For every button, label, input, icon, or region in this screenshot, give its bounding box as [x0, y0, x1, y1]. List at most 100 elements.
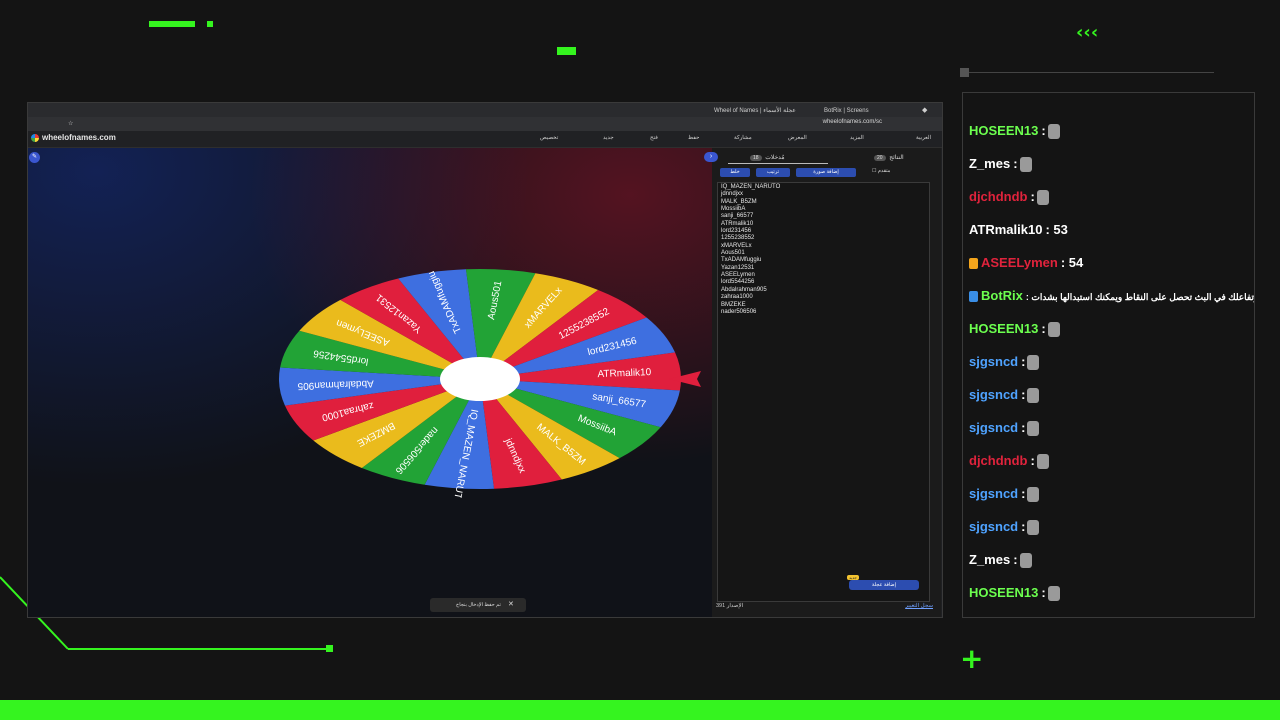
entry-item[interactable]: MossiibA: [721, 206, 780, 213]
entry-item[interactable]: lord231456: [721, 228, 780, 235]
plus-icon: +: [960, 642, 984, 675]
entry-item[interactable]: nader506506: [721, 309, 780, 316]
chat-username[interactable]: HOSEEN13: [969, 321, 1038, 336]
wheel[interactable]: ATRmalik10sanji_66577MossiibAMALK_B5ZMjd…: [278, 268, 708, 498]
entry-item[interactable]: ATRmalik10: [721, 221, 780, 228]
changelog-link[interactable]: سجل التغيير: [905, 603, 933, 609]
menu-save[interactable]: حفظ: [688, 135, 699, 141]
tab-botrix[interactable]: BotRix | Screens: [824, 105, 869, 117]
emote-icon: [1047, 322, 1060, 338]
chat-text: :: [1013, 156, 1018, 171]
entry-item[interactable]: lord5544256: [721, 279, 780, 286]
entry-item[interactable]: ASEELymen: [721, 272, 780, 279]
chat-text: : 53: [1045, 222, 1068, 237]
advanced-label: متقدم: [877, 168, 891, 174]
entry-item[interactable]: Abdalrahman905: [721, 287, 780, 294]
entry-item[interactable]: Yazan12531: [721, 265, 780, 272]
emote-icon: [1047, 586, 1060, 602]
entry-item[interactable]: Aous501: [721, 250, 780, 257]
wheel-hub[interactable]: [440, 357, 520, 401]
entries-list[interactable]: IQ_MAZEN_NARUTO jdnndjxx MALK_B5ZM MossiibA…: [721, 184, 780, 316]
chat-message: sjgsncd:: [969, 418, 1040, 438]
entry-item[interactable]: sanji_66577: [721, 213, 780, 220]
collapse-panel-icon[interactable]: ›: [704, 152, 718, 162]
url-text[interactable]: wheelofnames.com/sc: [823, 119, 882, 125]
chat-username[interactable]: sjgsncd: [969, 486, 1018, 501]
menu-more[interactable]: المزيد: [850, 135, 864, 141]
entry-item[interactable]: TxADAMfuggiu: [721, 257, 780, 264]
menu-language[interactable]: العربية: [916, 135, 931, 141]
chat-username[interactable]: HOSEEN13: [969, 585, 1038, 600]
app-header: wheelofnames.com تخصيص جديد فتح حفظ مشار…: [28, 131, 942, 148]
chat-message: djchdndb:: [969, 187, 1049, 207]
chat-username[interactable]: sjgsncd: [969, 519, 1018, 534]
tab-entries-count: 18: [750, 155, 762, 161]
chat-message: BotRix: اثناء تواجدك وتفاعلك في البث تحص…: [969, 286, 1254, 306]
chat-text: :: [1021, 354, 1026, 369]
address-bar[interactable]: ☆ wheelofnames.com/sc: [28, 117, 942, 131]
toast: تم حفظ الإدخال بنجاح ✕: [430, 598, 526, 612]
decor-bar: [149, 21, 195, 27]
chat-username[interactable]: sjgsncd: [969, 420, 1018, 435]
browser-window: Wheel of Names | عجلة الأسماء BotRix | S…: [27, 102, 943, 618]
tab-results[interactable]: 20 النتائج: [872, 154, 904, 161]
emote-icon: [1047, 124, 1060, 140]
chat-text: :: [1021, 486, 1026, 501]
toast-close-icon[interactable]: ✕: [508, 598, 514, 612]
chat-username[interactable]: Z_mes: [969, 552, 1010, 567]
chat-message: HOSEEN13:: [969, 319, 1060, 339]
menu-open[interactable]: فتح: [650, 135, 658, 141]
chat-username[interactable]: sjgsncd: [969, 387, 1018, 402]
close-window-icon[interactable]: ◆: [922, 105, 927, 117]
chat-text: :: [1041, 123, 1046, 138]
advanced-checkbox[interactable]: ☐ متقدم: [872, 168, 890, 174]
chat-panel: HOSEEN13: Z_mes: djchdndb: ATRmalik10: 53 AS…: [962, 92, 1255, 618]
entry-item[interactable]: zahraa1000: [721, 294, 780, 301]
chat-username[interactable]: Z_mes: [969, 156, 1010, 171]
add-wheel-button[interactable]: إضافة عجلة: [849, 580, 919, 590]
add-image-button[interactable]: إضافة صورة: [796, 168, 856, 177]
subscriber-badge-icon: [969, 258, 978, 270]
entry-item[interactable]: BMZEKE: [721, 302, 780, 309]
entry-item[interactable]: jdnndjxx: [721, 191, 780, 198]
bot-badge-icon: [969, 291, 978, 303]
chat-username[interactable]: ATRmalik10: [969, 222, 1042, 237]
entry-item[interactable]: IQ_MAZEN_NARUTO: [721, 184, 780, 191]
chat-message: HOSEEN13:: [969, 121, 1060, 141]
star-icon[interactable]: ☆: [68, 118, 73, 130]
menu-customize[interactable]: تخصيص: [540, 135, 558, 141]
chat-username[interactable]: HOSEEN13: [969, 123, 1038, 138]
chat-username[interactable]: djchdndb: [969, 453, 1028, 468]
chat-message: sjgsncd:: [969, 385, 1040, 405]
chat-text: :: [1030, 189, 1035, 204]
decor-dot: [207, 21, 213, 27]
entry-item[interactable]: xMARVELx: [721, 243, 780, 250]
entry-item[interactable]: 1255238552: [721, 235, 780, 242]
tab-entries[interactable]: 18 مُدخلات: [748, 154, 785, 161]
shuffle-button[interactable]: خلط: [720, 168, 750, 177]
chat-username[interactable]: BotRix: [981, 288, 1023, 303]
tab-bar: Wheel of Names | عجلة الأسماء BotRix | S…: [28, 103, 942, 117]
tab-wheel-of-names[interactable]: Wheel of Names | عجلة الأسماء: [714, 105, 796, 117]
site-logo[interactable]: wheelofnames.com: [42, 133, 116, 142]
chat-text: :: [1041, 585, 1046, 600]
chat-username[interactable]: sjgsncd: [969, 354, 1018, 369]
sort-button[interactable]: ترتيب: [756, 168, 790, 177]
menu-gallery[interactable]: المعرض: [788, 135, 807, 141]
chat-message: Z_mes:: [969, 154, 1032, 174]
emote-icon: [1027, 355, 1040, 371]
pencil-icon[interactable]: ✎: [29, 152, 40, 163]
wheel-stage: ✎ ATRmalik10 sanji_66577 MossiibA MALK_B5ZM…: [28, 148, 712, 617]
entry-item[interactable]: MALK_B5ZM: [721, 199, 780, 206]
chat-username[interactable]: djchdndb: [969, 189, 1028, 204]
chat-message: sjgsncd:: [969, 352, 1040, 372]
chat-message: ASEELymen: 54: [969, 253, 1083, 273]
chat-username[interactable]: ASEELymen: [981, 255, 1058, 270]
menu-new[interactable]: جديد: [603, 135, 614, 141]
menu-share[interactable]: مشاركة: [734, 135, 752, 141]
emote-icon: [1027, 388, 1040, 404]
wheel-logo-icon: [31, 134, 39, 142]
chat-text: :: [1041, 321, 1046, 336]
chat-text: :: [1013, 552, 1018, 567]
chat-text: : 54: [1060, 255, 1084, 270]
